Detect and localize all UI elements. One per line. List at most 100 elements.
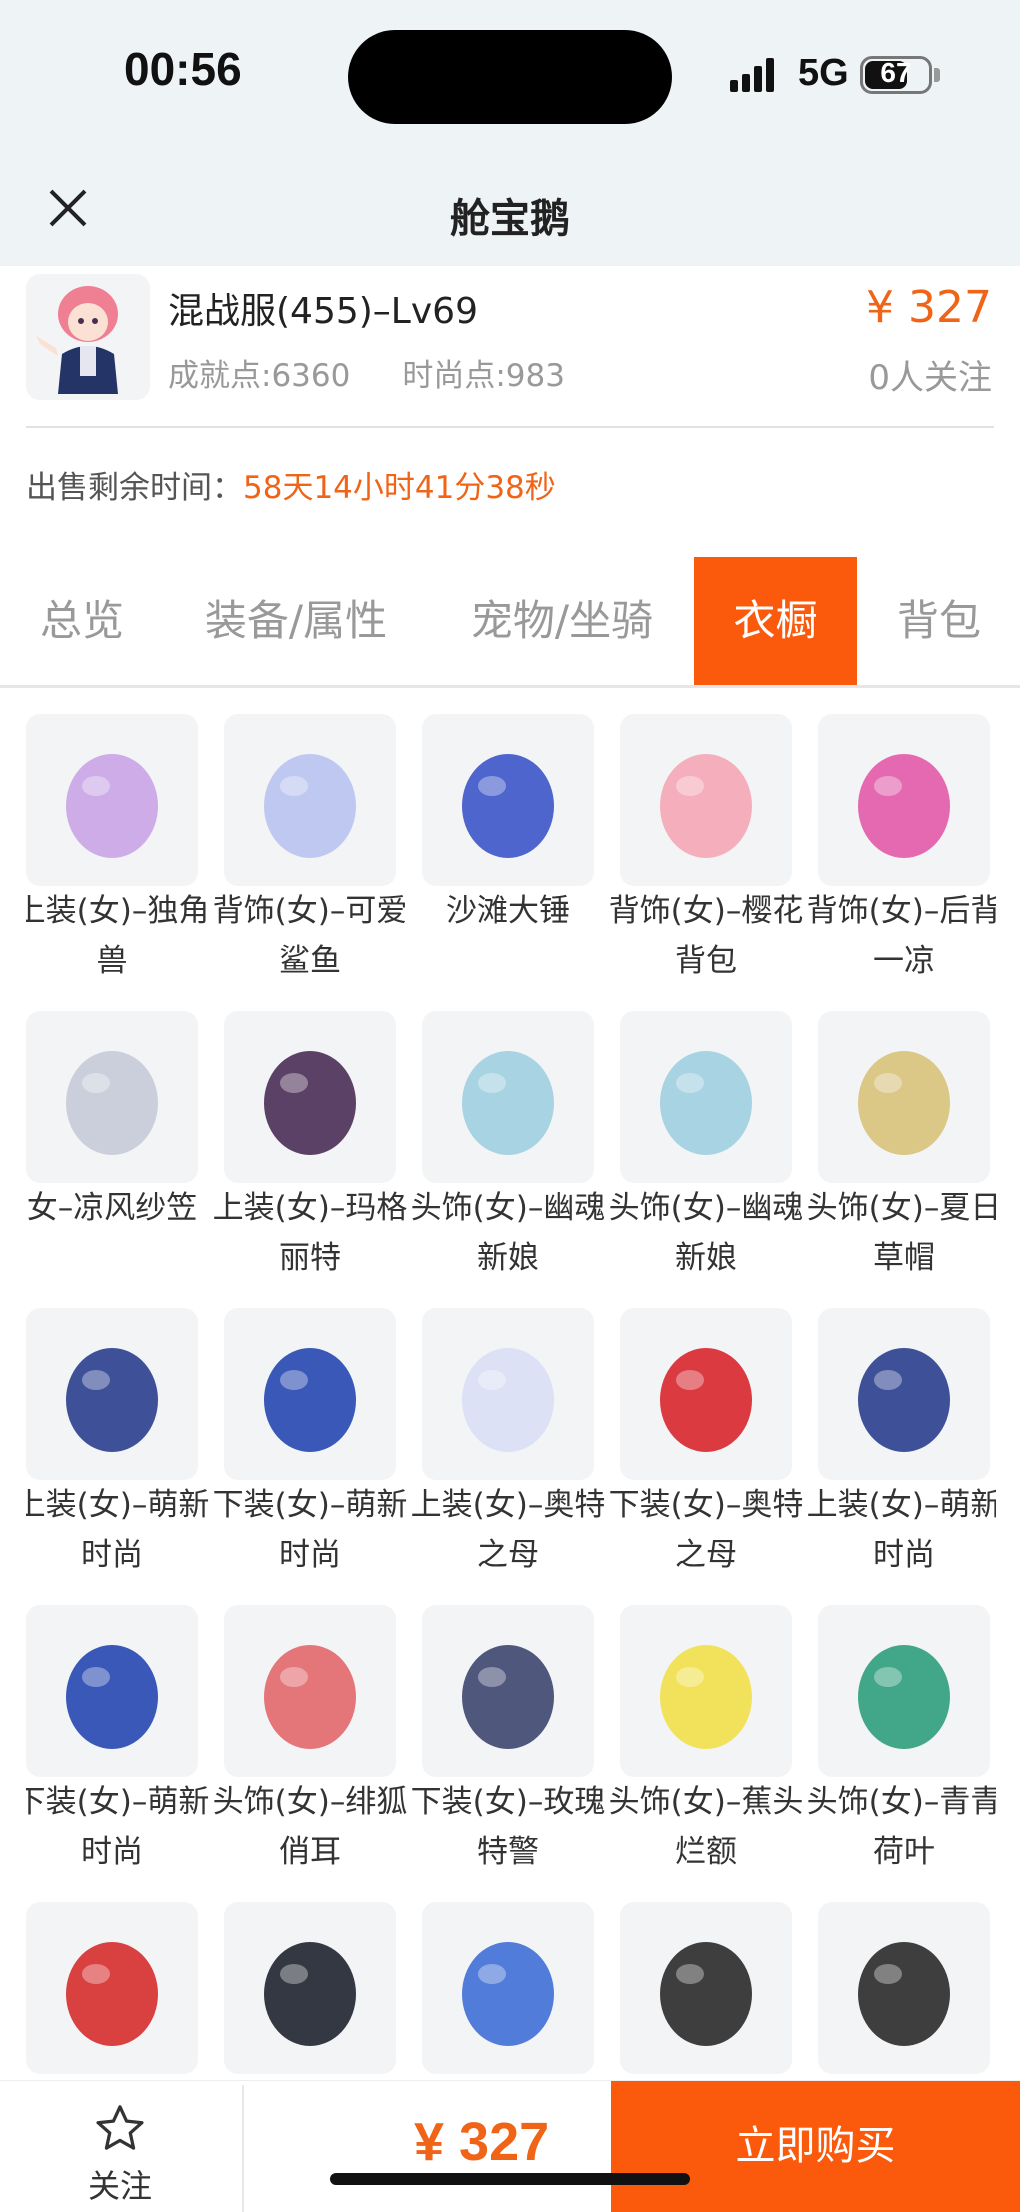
network-type: 5G: [798, 52, 849, 94]
follower-count: 0人关注: [868, 358, 992, 398]
item-thumbnail: [224, 1605, 396, 1777]
item-name: 背饰(女)–可爱鲨鱼: [212, 893, 408, 979]
item-thumbnail: [422, 714, 594, 886]
item-image-icon: [660, 1348, 752, 1452]
battery-icon: 67: [860, 56, 932, 94]
wardrobe-item[interactable]: [620, 1902, 792, 2080]
product-stats: 成就点:6360 时尚点:983: [168, 350, 617, 395]
star-icon: [96, 2105, 144, 2150]
item-thumbnail: [818, 1605, 990, 1777]
item-thumbnail: [620, 1308, 792, 1480]
item-thumbnail: [224, 1308, 396, 1480]
wardrobe-item[interactable]: [818, 1902, 990, 2080]
item-image-icon: [660, 754, 752, 858]
wardrobe-item[interactable]: 下装(女)–奥特之母: [609, 1308, 803, 1580]
wardrobe-item[interactable]: 头饰(女)–青青荷叶: [807, 1605, 996, 1877]
item-name: 下装(女)–萌新时尚: [26, 1784, 210, 1870]
wardrobe-item[interactable]: 上装(女)–奥特之母: [411, 1308, 605, 1580]
divider: [26, 426, 994, 428]
wardrobe-item[interactable]: 背饰(女)–后背一凉: [807, 714, 996, 986]
status-time: 00:56: [124, 43, 242, 95]
item-thumbnail: [422, 1605, 594, 1777]
wardrobe-item[interactable]: 头饰(女)–夏日草帽: [807, 1011, 996, 1283]
item-image-icon: [858, 1348, 950, 1452]
buy-now-button[interactable]: 立即购买: [611, 2081, 1020, 2212]
item-name: 上装(女)–奥特之母: [410, 1487, 606, 1573]
product-price: ¥ 327: [866, 282, 992, 333]
bottom-bar: 关注 ¥ 327 立即购买: [0, 2080, 1020, 2212]
wardrobe-item[interactable]: 上装(女)–萌新时尚: [26, 1308, 209, 1580]
item-thumbnail: [224, 1011, 396, 1183]
page-title: 舱宝鹅: [450, 196, 570, 242]
wardrobe-item[interactable]: 下装(女)–萌新时尚: [26, 1605, 209, 1877]
wardrobe-item[interactable]: 上装(女)–萌新时尚: [807, 1308, 996, 1580]
item-image-icon: [462, 754, 554, 858]
item-thumbnail: [620, 1902, 792, 2074]
sale-time-label: 出售剩余时间：: [26, 470, 243, 506]
item-image-icon: [66, 1051, 158, 1155]
tab-backpack[interactable]: 背包: [876, 557, 1002, 685]
item-thumbnail: [818, 714, 990, 886]
item-thumbnail: [224, 1902, 396, 2074]
wardrobe-item[interactable]: [422, 1902, 594, 2080]
wardrobe-item[interactable]: 上装(女)–独角兽: [26, 714, 209, 986]
item-image-icon: [462, 1645, 554, 1749]
item-thumbnail: [818, 1308, 990, 1480]
item-image-icon: [858, 1645, 950, 1749]
item-thumbnail: [26, 714, 198, 886]
item-image-icon: [264, 754, 356, 858]
tab-pets[interactable]: 宠物/坐骑: [444, 557, 680, 685]
wardrobe-item[interactable]: 头饰(女)–幽魂新娘: [411, 1011, 605, 1283]
item-thumbnail: [26, 1011, 198, 1183]
tab-equipment[interactable]: 装备/属性: [184, 557, 408, 685]
item-thumbnail: [620, 714, 792, 886]
item-name: 头饰(女)–幽魂新娘: [608, 1190, 804, 1276]
wardrobe-item[interactable]: 沙滩大锤: [422, 714, 594, 986]
item-image-icon: [66, 1645, 158, 1749]
follow-button[interactable]: 关注: [60, 2095, 180, 2205]
achievement-points: 成就点:6360: [168, 358, 351, 394]
item-name: 沙滩大锤: [446, 893, 570, 929]
item-image-icon: [462, 1942, 554, 2046]
wardrobe-item[interactable]: 上装(女)–玛格丽特: [213, 1011, 407, 1283]
nav-bar: 舱宝鹅: [0, 150, 1020, 266]
home-indicator: [330, 2173, 690, 2185]
wardrobe-item[interactable]: 下装(女)–玫瑰特警: [411, 1605, 605, 1877]
tab-overview[interactable]: 总览: [0, 557, 164, 685]
item-name: 下装(女)–玫瑰特警: [410, 1784, 606, 1870]
wardrobe-item[interactable]: [224, 1902, 396, 2080]
item-name: 下装(女)–奥特之母: [608, 1487, 804, 1573]
product-name: 混战服(455)–Lv69: [168, 291, 478, 332]
item-image-icon: [66, 1348, 158, 1452]
tab-bar: 总览 装备/属性 宠物/坐骑 衣橱 背包: [0, 557, 1020, 685]
wardrobe-item[interactable]: [26, 1902, 198, 2080]
item-name: 头饰(女)–绯狐俏耳: [212, 1784, 408, 1870]
item-thumbnail: [620, 1605, 792, 1777]
item-name: 背饰(女)–后背一凉: [806, 893, 996, 979]
item-name: 上装(女)–萌新时尚: [26, 1487, 210, 1573]
item-thumbnail: [818, 1011, 990, 1183]
item-thumbnail: [422, 1011, 594, 1183]
item-thumbnail: [422, 1308, 594, 1480]
item-thumbnail: [26, 1605, 198, 1777]
wardrobe-item[interactable]: 头饰(女)–蕉头烂额: [609, 1605, 803, 1877]
item-image-icon: [66, 754, 158, 858]
item-name: 头饰(女)–蕉头烂额: [608, 1784, 804, 1870]
follow-label: 关注: [87, 2167, 152, 2205]
wardrobe-item[interactable]: 背饰(女)–樱花背包: [609, 714, 803, 986]
item-name: 上装(女)–独角兽: [26, 893, 210, 979]
item-image-icon: [264, 1942, 356, 2046]
item-thumbnail: [26, 1308, 198, 1480]
wardrobe-item[interactable]: 女–凉风纱笠: [26, 1011, 198, 1283]
wardrobe-item[interactable]: 头饰(女)–幽魂新娘: [609, 1011, 803, 1283]
tab-wardrobe[interactable]: 衣橱: [694, 557, 857, 685]
item-image-icon: [660, 1942, 752, 2046]
item-image-icon: [264, 1051, 356, 1155]
status-bar: 00:56 5G 67: [0, 0, 1020, 150]
wardrobe-item[interactable]: 头饰(女)–绯狐俏耳: [213, 1605, 407, 1877]
item-name: 背饰(女)–樱花背包: [608, 893, 804, 979]
wardrobe-item[interactable]: 下装(女)–萌新时尚: [213, 1308, 407, 1580]
item-image-icon: [264, 1348, 356, 1452]
item-name: 头饰(女)–青青荷叶: [806, 1784, 996, 1870]
wardrobe-item[interactable]: 背饰(女)–可爱鲨鱼: [213, 714, 407, 986]
